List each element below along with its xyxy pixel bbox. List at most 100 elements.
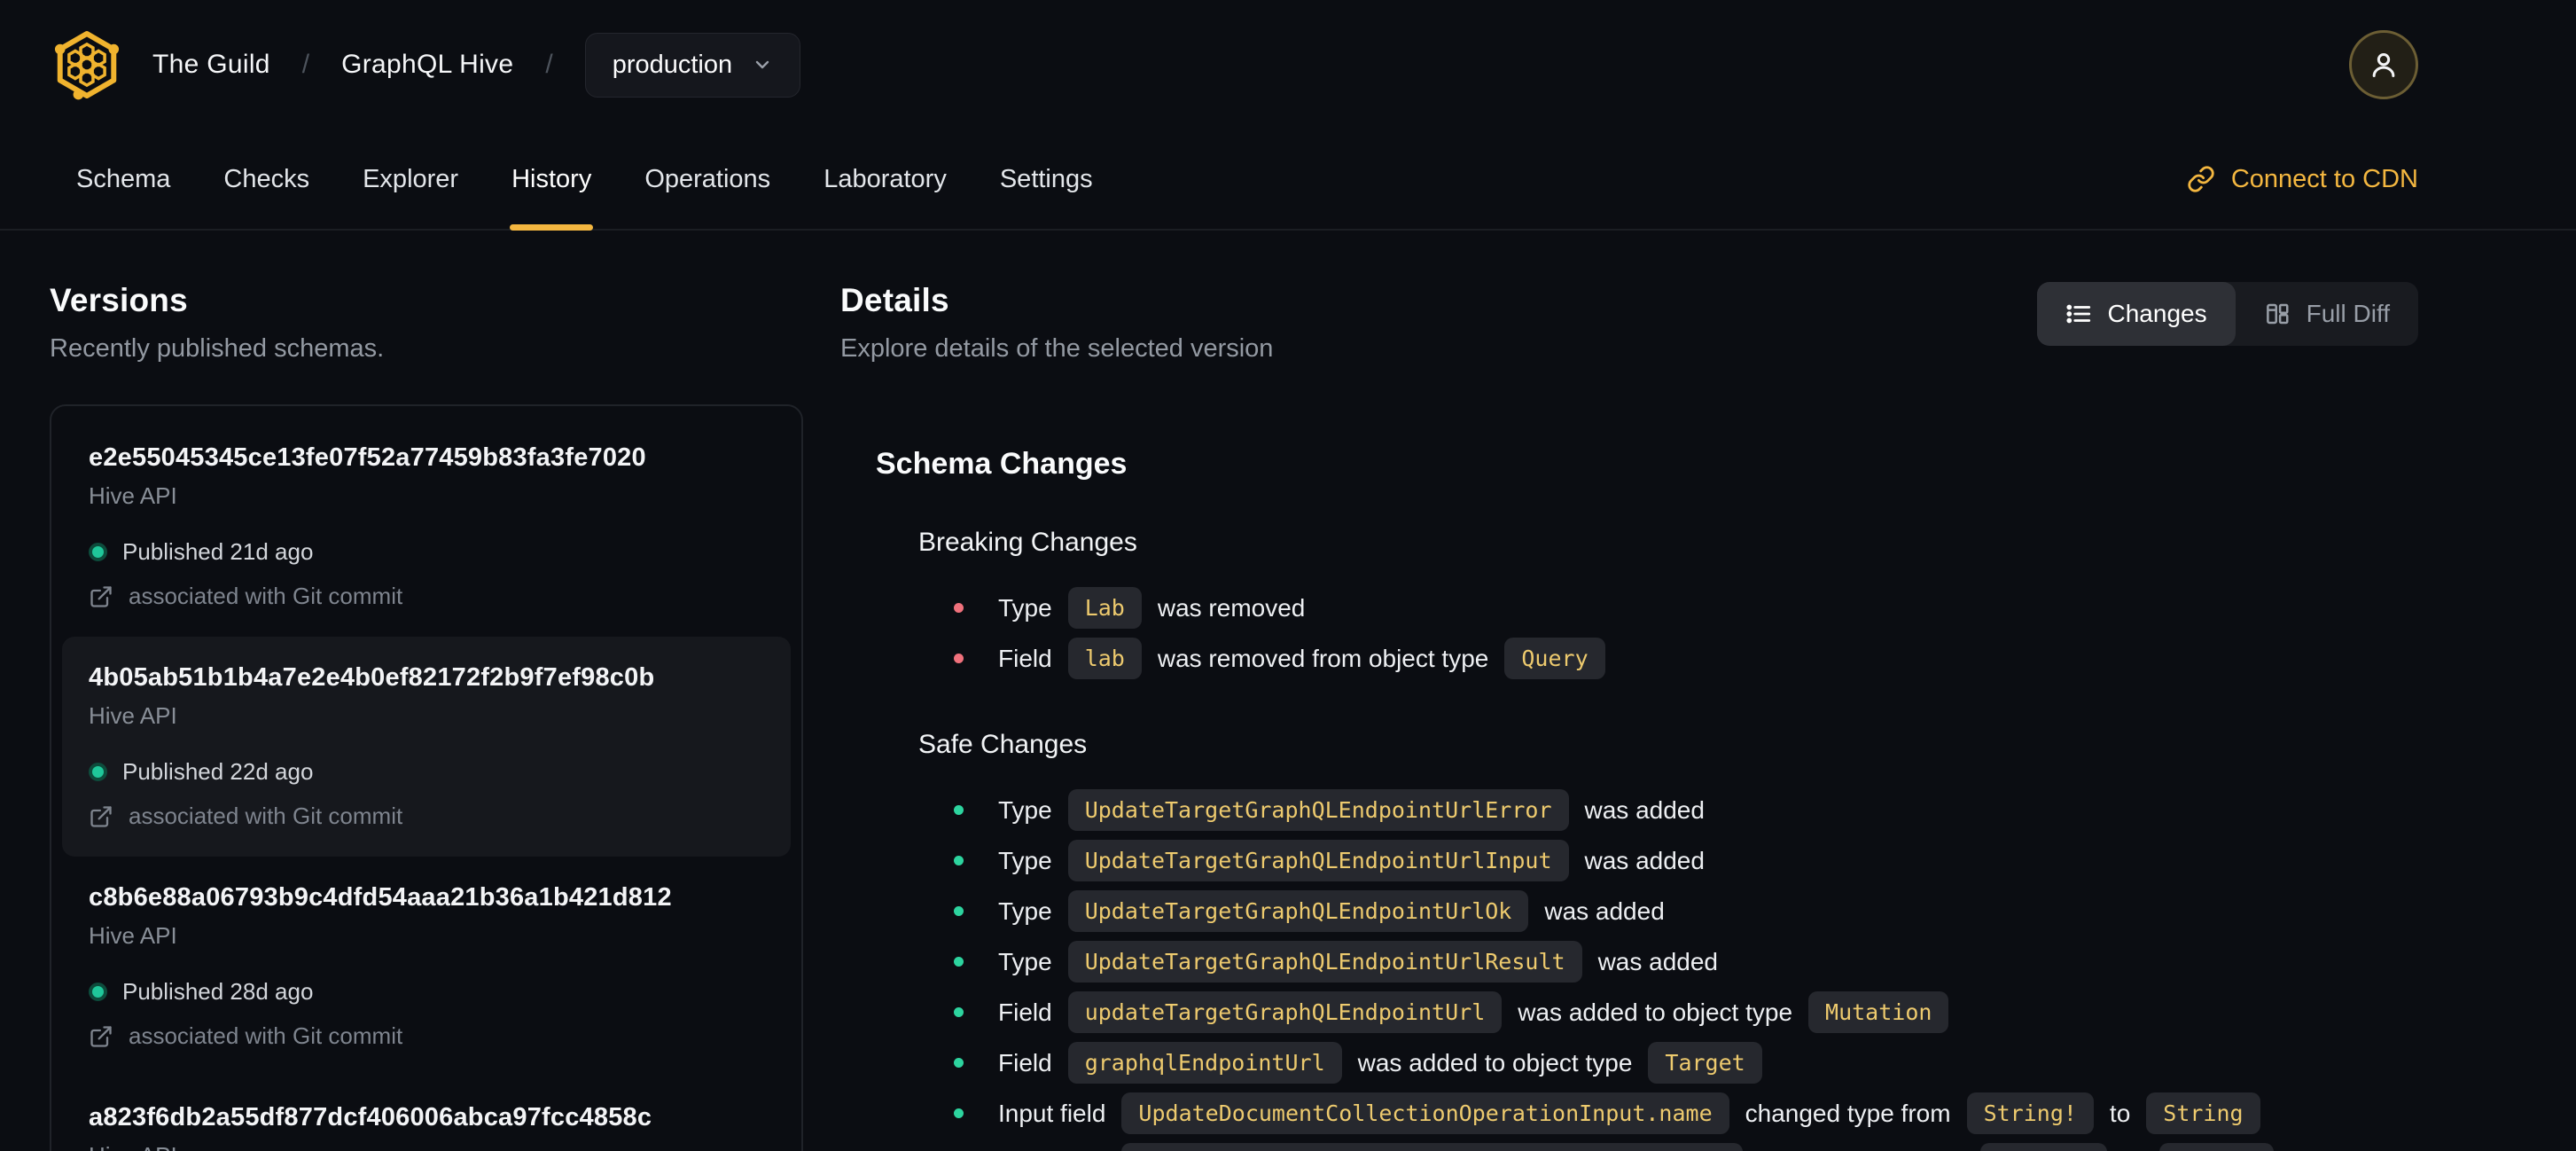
change-list: Type UpdateTargetGraphQLEndpointUrlError w… [918, 785, 2418, 1151]
change-item: Type UpdateTargetGraphQLEndpointUrlError w… [918, 785, 2418, 835]
view-toggle: Changes Full Diff [2036, 282, 2418, 346]
change-text: was added [1584, 795, 1705, 824]
git-commit-link[interactable]: associated with Git commit [89, 583, 764, 610]
change-text: was added [1597, 947, 1718, 975]
details-header-text: Details Explore details of the selected … [840, 282, 1273, 364]
schema-code-badge: UpdateTargetGraphQLEndpointUrlOk [1067, 890, 1529, 932]
safe-bullet-icon [954, 1058, 964, 1068]
breadcrumb-separator: / [301, 50, 310, 79]
changes-view-label: Changes [2107, 300, 2207, 327]
link-icon [2187, 165, 2215, 193]
version-card[interactable]: e2e55045345ce13fe07f52a77459b83fa3fe7020… [62, 417, 791, 637]
breaking-bullet-icon [954, 654, 964, 663]
change-text: was removed [1157, 593, 1306, 622]
connect-to-cdn-button[interactable]: Connect to CDN [2187, 165, 2418, 194]
published-status-dot [89, 763, 107, 781]
user-menu-button[interactable] [2349, 30, 2418, 99]
version-card[interactable]: c8b6e88a06793b9c4dfd54aaa21b36a1b421d812… [62, 857, 791, 1077]
schema-code-badge: String! [1979, 1143, 2107, 1151]
target-dropdown[interactable]: production [584, 32, 801, 98]
change-text: was added [1544, 897, 1665, 925]
details-title: Details [840, 282, 949, 318]
schema-code-badge: updateTargetGraphQLEndpointUrl [1067, 991, 1503, 1033]
full-diff-view-button[interactable]: Full Diff [2236, 282, 2418, 346]
tab-schema[interactable]: Schema [50, 129, 197, 229]
breadcrumb-project[interactable]: GraphQL Hive [341, 50, 513, 80]
change-item: Input fieldUpdateDocumentCollectionOpera… [918, 1139, 2418, 1151]
external-link-icon [89, 804, 113, 829]
version-published: Published 28d ago [89, 978, 764, 1006]
version-hash: a823f6db2a55df877dcf406006abca97fcc4858c [89, 1103, 652, 1131]
breadcrumb-separator: / [545, 50, 553, 79]
schema-code-badge: String [2146, 1092, 2260, 1134]
breadcrumb-org[interactable]: The Guild [152, 50, 270, 80]
version-service: Hive API [89, 922, 177, 949]
change-text: Field [998, 644, 1052, 672]
versions-subtitle: Recently published schemas. [50, 334, 385, 363]
tab-checks[interactable]: Checks [197, 129, 336, 229]
schema-changes-title: Schema Changes [876, 447, 1128, 481]
tab-settings[interactable]: Settings [973, 129, 1120, 229]
change-text: was removed from object type [1157, 644, 1489, 672]
user-icon [2366, 47, 2401, 82]
change-text: Type [998, 846, 1052, 874]
tab-explorer[interactable]: Explorer [336, 129, 485, 229]
version-published: Published 22d ago [89, 758, 764, 786]
change-text: Field [998, 998, 1052, 1026]
tab-operations[interactable]: Operations [618, 129, 797, 229]
external-link-icon [89, 1024, 113, 1049]
safe-bullet-icon [954, 957, 964, 967]
details-header: Details Explore details of the selected … [840, 282, 2418, 364]
git-commit-link[interactable]: associated with Git commit [89, 1022, 764, 1050]
versions-title: Versions [50, 282, 188, 318]
change-text: was added [1584, 846, 1705, 874]
version-service: Hive API [89, 702, 177, 729]
list-icon [2065, 301, 2092, 327]
change-item: Type UpdateTargetGraphQLEndpointUrlOk was … [918, 886, 2418, 936]
schema-code-badge: UpdateTargetGraphQLEndpointUrlInput [1067, 840, 1569, 881]
changes-view-button[interactable]: Changes [2036, 282, 2236, 346]
safe-bullet-icon [954, 805, 964, 815]
change-text: Type [998, 795, 1052, 824]
git-commit-link[interactable]: associated with Git commit [89, 803, 764, 830]
full-diff-view-label: Full Diff [2306, 300, 2390, 327]
schema-code-badge: UpdateTargetGraphQLEndpointUrlResult [1067, 941, 1582, 983]
hive-logo-icon[interactable] [50, 27, 124, 102]
tab-laboratory[interactable]: Laboratory [797, 129, 973, 229]
app-header: The Guild / GraphQL Hive / production [0, 0, 2576, 129]
safe-bullet-icon [954, 1007, 964, 1017]
change-item: Type Lab was removed [918, 583, 2418, 633]
schema-code-badge: graphqlEndpointUrl [1067, 1042, 1342, 1084]
change-groups: Breaking Changes Type Lab was removed Field l… [876, 528, 2418, 1151]
change-text: was added to object type [1518, 998, 1793, 1026]
published-status-dot [89, 983, 107, 1001]
external-link-icon [89, 584, 113, 609]
tab-history[interactable]: History [485, 129, 618, 231]
schema-code-badge: Mutation [1808, 991, 1949, 1033]
change-text: was added to object type [1357, 1048, 1633, 1077]
change-group-safe: Safe Changes Type UpdateTargetGraphQLEndpo… [918, 730, 2418, 1151]
change-text: Field [998, 1048, 1052, 1077]
change-text: Input field [998, 1099, 1106, 1127]
details-panel: Details Explore details of the selected … [840, 231, 2418, 1151]
version-list: e2e55045345ce13fe07f52a77459b83fa3fe7020… [50, 404, 803, 1151]
version-card[interactable]: a823f6db2a55df877dcf406006abca97fcc4858c… [62, 1077, 791, 1151]
schema-code-badge: Query [1504, 638, 1605, 679]
breaking-bullet-icon [954, 603, 964, 613]
published-status-dot [89, 543, 107, 561]
schema-code-badge: UpdateDocumentCollectionOperationInput.q… [1121, 1143, 1743, 1151]
nav-tabs: Schema Checks Explorer History Operations Lab… [50, 129, 1120, 231]
safe-bullet-icon [954, 906, 964, 916]
version-card[interactable]: 4b05ab51b1b4a7e2e4b0ef82172f2b9f7ef98c0b… [62, 637, 791, 857]
change-text: changed type from [1745, 1099, 1951, 1127]
connect-to-cdn-label: Connect to CDN [2230, 164, 2418, 193]
details-subtitle: Explore details of the selected version [840, 334, 1274, 363]
change-text: Type [998, 947, 1052, 975]
change-text: Type [998, 897, 1052, 925]
change-text: to [2109, 1099, 2131, 1127]
change-item: Field graphqlEndpointUrl was added to obje… [918, 1037, 2418, 1088]
safe-bullet-icon [954, 1108, 964, 1118]
chevron-down-icon [752, 54, 773, 75]
schema-code-badge: UpdateDocumentCollectionOperationInput.n… [1121, 1092, 1729, 1134]
version-published: Published 21d ago [89, 538, 764, 566]
